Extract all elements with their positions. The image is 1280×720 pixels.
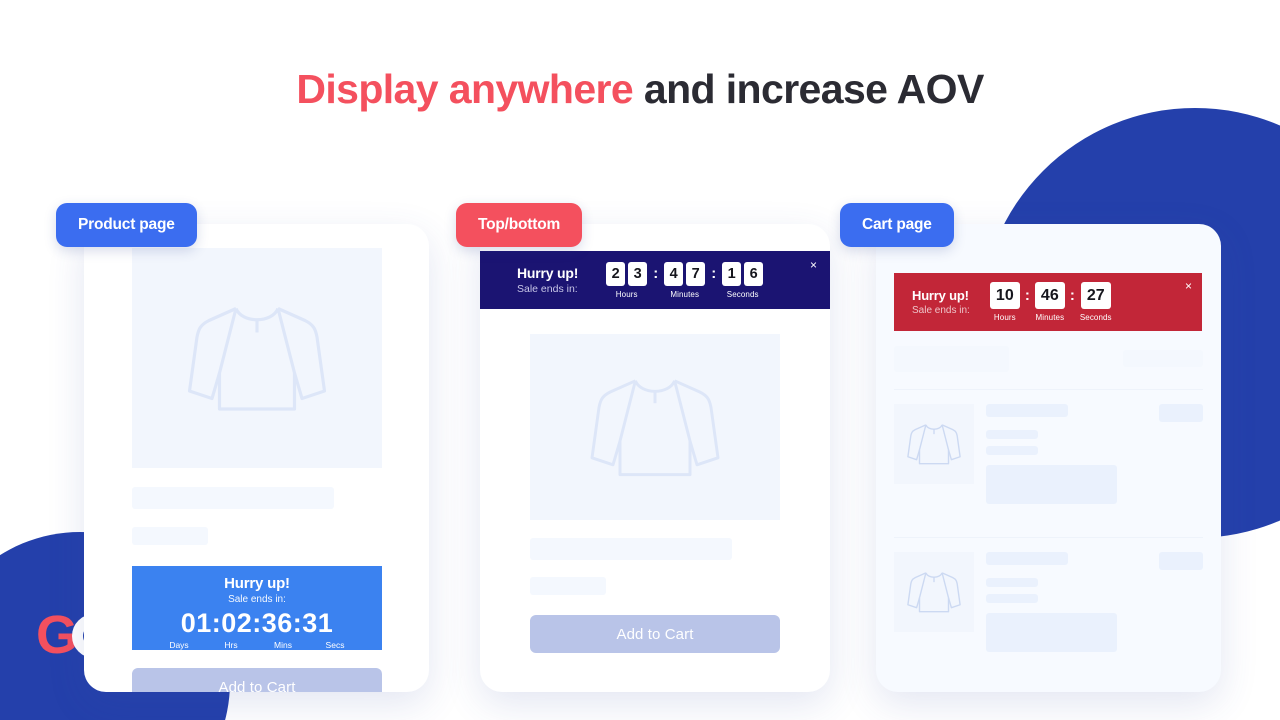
countdown-unit-seconds: 1 6 Seconds xyxy=(722,261,764,299)
unit-label: Hours xyxy=(615,289,638,299)
cart-item-qty-skeleton xyxy=(986,446,1038,455)
unit-label: Seconds xyxy=(726,289,759,299)
cart-item-name-skeleton xyxy=(986,552,1068,565)
tag-top-bottom[interactable]: Top/bottom xyxy=(456,203,583,247)
cart-item-name-skeleton xyxy=(986,404,1068,417)
countdown-banner-red: Hurry up! Sale ends in: 10 Hours : 46 Mi… xyxy=(894,273,1202,331)
minutes-cells: 46 xyxy=(1034,282,1065,309)
countdown-widget-product: Hurry up! Sale ends in: 01:02:36:31 Days… xyxy=(132,566,382,650)
cart-items-list xyxy=(876,346,1221,668)
seconds-cells: 27 xyxy=(1080,282,1111,309)
unit-label: Seconds xyxy=(1079,313,1112,322)
seconds-cells: 1 6 xyxy=(722,261,764,286)
countdown-flip-group: 10 Hours : 46 Minutes : 27 Seconds xyxy=(989,282,1112,322)
countdown-banner-navy: Hurry up! Sale ends in: 2 3 Hours : 4 7 xyxy=(480,251,830,309)
digit-cell: 4 xyxy=(664,261,684,286)
countdown-unit-seconds: Secs xyxy=(325,640,345,650)
countdown-unit-hours: 10 Hours xyxy=(989,282,1020,322)
countdown-title: Hurry up! xyxy=(224,575,290,592)
countdown-subtitle: Sale ends in: xyxy=(228,594,286,605)
separator-colon: : xyxy=(711,264,717,282)
product-page-card: Hurry up! Sale ends in: 01:02:36:31 Days… xyxy=(84,224,429,692)
logo-letter-g: G xyxy=(36,605,78,665)
add-to-cart-button[interactable]: Add to Cart xyxy=(132,668,382,692)
cart-heading-skeleton xyxy=(894,346,1009,372)
cart-item-price-skeleton xyxy=(1159,404,1203,422)
hours-cells: 2 3 xyxy=(606,261,648,286)
countdown-unit-minutes: Mins xyxy=(274,640,292,650)
cart-item-top-line xyxy=(986,552,1203,570)
digit-cell: 2 xyxy=(606,261,626,286)
tag-cart-page[interactable]: Cart page xyxy=(840,203,954,247)
digit-cell: 7 xyxy=(686,261,706,286)
long-sleeve-shirt-icon xyxy=(905,563,963,621)
banner-title: Hurry up! xyxy=(912,288,969,303)
cart-item-thumbnail xyxy=(894,552,974,632)
unit-label: Minutes xyxy=(670,289,700,299)
cart-subtotal-skeleton xyxy=(1123,350,1203,367)
cart-item-row xyxy=(894,390,1203,520)
tag-product-page[interactable]: Product page xyxy=(56,203,197,247)
digit-cell: 1 xyxy=(722,261,742,286)
page-title-rest: and increase AOV xyxy=(633,66,984,112)
product-image-placeholder xyxy=(530,334,780,520)
separator-colon: : xyxy=(1069,287,1075,304)
cart-item-thumbnail xyxy=(894,404,974,484)
close-icon[interactable]: × xyxy=(1183,278,1194,294)
banner-text-block: Hurry up! Sale ends in: xyxy=(517,265,578,295)
countdown-digits: 01:02:36:31 xyxy=(180,608,334,638)
long-sleeve-shirt-icon xyxy=(585,357,725,497)
cart-item-row xyxy=(894,538,1203,668)
close-icon[interactable]: × xyxy=(808,257,819,273)
countdown-unit-hours: 2 3 Hours xyxy=(606,261,648,299)
separator-colon: : xyxy=(1024,287,1030,304)
unit-label: Minutes xyxy=(1035,313,1065,322)
digit-cell: 10 xyxy=(989,282,1020,309)
cart-item-variant-skeleton xyxy=(986,578,1038,587)
cart-item-qty-skeleton xyxy=(986,594,1038,603)
page-title: Display anywhere and increase AOV xyxy=(0,66,1280,113)
countdown-flip-group: 2 3 Hours : 4 7 Minutes : 1 6 Seconds xyxy=(606,261,764,299)
countdown-unit-minutes: 46 Minutes xyxy=(1034,282,1065,322)
countdown-unit-days: Days xyxy=(169,640,189,650)
long-sleeve-shirt-icon xyxy=(905,415,963,473)
cart-item-details xyxy=(986,552,1203,652)
countdown-unit-hours: Hrs xyxy=(224,640,238,650)
promo-banner-canvas: G Display anywhere and increase AOV Prod… xyxy=(0,0,1280,720)
top-bottom-page-card: Hurry up! Sale ends in: 2 3 Hours : 4 7 xyxy=(480,224,830,692)
banner-title: Hurry up! xyxy=(517,265,579,281)
cart-item-details xyxy=(986,404,1203,504)
hours-cells: 10 xyxy=(989,282,1020,309)
product-title-skeleton xyxy=(530,538,732,560)
digit-cell: 46 xyxy=(1034,282,1065,309)
product-image-placeholder xyxy=(132,248,382,468)
cart-page-card: Hurry up! Sale ends in: 10 Hours : 46 Mi… xyxy=(876,224,1221,692)
cart-item-top-line xyxy=(986,404,1203,422)
countdown-unit-minutes: 4 7 Minutes xyxy=(664,261,706,299)
top-bottom-page-content: Add to Cart xyxy=(530,334,780,653)
banner-subtitle: Sale ends in: xyxy=(517,283,578,295)
add-to-cart-button[interactable]: Add to Cart xyxy=(530,615,780,653)
digit-cell: 3 xyxy=(628,261,648,286)
banner-subtitle: Sale ends in: xyxy=(912,305,970,316)
cart-header-skeleton xyxy=(894,346,1203,372)
product-title-skeleton xyxy=(132,487,334,509)
banner-text-block: Hurry up! Sale ends in: xyxy=(912,288,970,316)
countdown-unit-labels: Days Hrs Mins Secs xyxy=(132,640,382,650)
digit-cell: 6 xyxy=(744,261,764,286)
long-sleeve-shirt-icon xyxy=(182,283,332,433)
cart-item-block-skeleton xyxy=(986,465,1117,504)
product-price-skeleton xyxy=(530,577,606,595)
countdown-unit-seconds: 27 Seconds xyxy=(1080,282,1112,322)
product-page-content: Hurry up! Sale ends in: 01:02:36:31 Days… xyxy=(132,248,382,692)
separator-colon: : xyxy=(653,264,659,282)
unit-label: Hours xyxy=(993,313,1016,322)
product-price-skeleton xyxy=(132,527,208,545)
cart-item-price-skeleton xyxy=(1159,552,1203,570)
cart-item-variant-skeleton xyxy=(986,430,1038,439)
minutes-cells: 4 7 xyxy=(664,261,706,286)
cart-item-block-skeleton xyxy=(986,613,1117,652)
digit-cell: 27 xyxy=(1080,282,1111,309)
page-title-accent: Display anywhere xyxy=(296,66,634,112)
